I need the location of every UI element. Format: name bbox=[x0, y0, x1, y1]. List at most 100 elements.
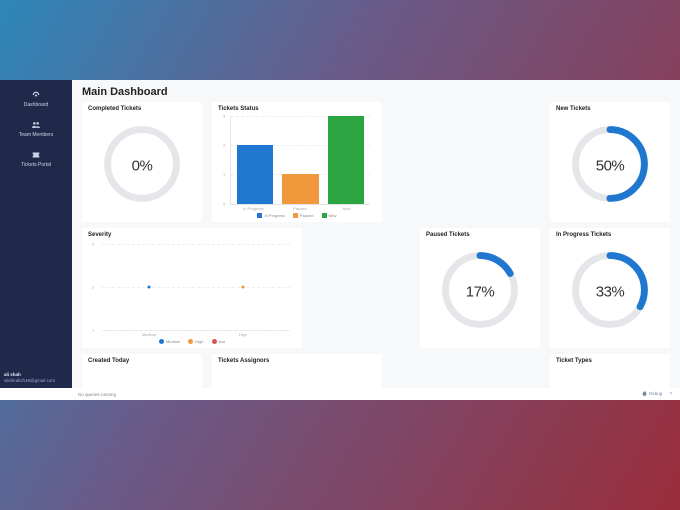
x-label: Medium bbox=[102, 332, 196, 337]
x-label: High bbox=[196, 332, 290, 337]
legend-label: test bbox=[219, 339, 225, 344]
card-in-progress-tickets: In Progress Tickets 33% bbox=[550, 228, 670, 348]
row-3: Created Today Tickets Assignors Ticket T… bbox=[82, 354, 670, 388]
app-frame: Dashboard Team Members Tickets Portal al… bbox=[0, 80, 680, 400]
sidebar-item-label: Dashboard bbox=[24, 102, 48, 108]
gridline bbox=[102, 287, 290, 288]
y-tick: 3 bbox=[223, 114, 225, 119]
bar-x-labels: In Progress Paused New bbox=[230, 206, 370, 211]
row-1: Completed Tickets 0% Tickets Status bbox=[82, 102, 670, 222]
bar-in-progress bbox=[237, 145, 273, 203]
donut-paused: 17% bbox=[437, 247, 523, 338]
sidebar-item-team-members[interactable]: Team Members bbox=[0, 116, 72, 146]
card-title: New Tickets bbox=[556, 106, 664, 112]
status-footer: No queries running Debug ? bbox=[0, 388, 680, 400]
donut-in-progress: 33% bbox=[567, 247, 653, 338]
sidebar-item-label: Tickets Portal bbox=[21, 162, 51, 168]
y-tick: 0 bbox=[223, 201, 225, 206]
legend-item[interactable]: Paused bbox=[293, 213, 314, 218]
legend-swatch bbox=[257, 213, 262, 218]
donut-value: 50% bbox=[596, 158, 625, 175]
ticket-icon bbox=[31, 150, 41, 160]
sidebar: Dashboard Team Members Tickets Portal al… bbox=[0, 80, 72, 400]
footer-status-text: No queries running bbox=[78, 392, 116, 397]
main-content: Main Dashboard Completed Tickets 0% bbox=[72, 80, 680, 400]
card-tickets-assignors: Tickets Assignors bbox=[212, 354, 382, 388]
x-label: Paused bbox=[277, 206, 324, 211]
page-title: Main Dashboard bbox=[82, 86, 670, 98]
donut-completed: 0% bbox=[99, 121, 185, 212]
bar-plot-area: 0 1 2 3 bbox=[230, 116, 370, 205]
sidebar-item-label: Team Members bbox=[19, 132, 53, 138]
bar-legend: In Progress Paused New bbox=[218, 213, 376, 218]
footer-status: No queries running bbox=[78, 392, 116, 397]
scatter-point-medium bbox=[148, 285, 151, 288]
card-title: Ticket Types bbox=[556, 358, 664, 364]
card-title: Tickets Status bbox=[218, 106, 376, 112]
legend-swatch bbox=[322, 213, 327, 218]
bar-new bbox=[328, 116, 364, 204]
scatter-point-high bbox=[242, 285, 245, 288]
bug-icon bbox=[642, 391, 648, 397]
spacer bbox=[392, 354, 540, 388]
sidebar-item-dashboard[interactable]: Dashboard bbox=[0, 86, 72, 116]
card-ticket-types: Ticket Types bbox=[550, 354, 670, 388]
gridline bbox=[102, 330, 290, 331]
y-tick: 1 bbox=[92, 327, 94, 332]
row-2: Severity 3 2 1 Medium High bbox=[82, 228, 670, 348]
legend-item[interactable]: Medium bbox=[159, 339, 180, 344]
y-tick: 1 bbox=[223, 172, 225, 177]
y-tick: 3 bbox=[92, 242, 94, 247]
card-title: Created Today bbox=[88, 358, 196, 364]
footer-debug-label: Debug bbox=[649, 391, 662, 396]
gridline bbox=[102, 244, 290, 245]
y-tick: 2 bbox=[223, 143, 225, 148]
card-title: Tickets Assignors bbox=[218, 358, 376, 364]
legend-swatch bbox=[159, 339, 164, 344]
severity-plot-area: 3 2 1 bbox=[102, 244, 290, 331]
card-tickets-status: Tickets Status 0 1 2 3 bbox=[212, 102, 382, 222]
sidebar-user-email: alishiralish49@gmail.com bbox=[4, 378, 68, 384]
legend-swatch bbox=[293, 213, 298, 218]
gauge-icon bbox=[31, 90, 41, 100]
card-title: Severity bbox=[88, 232, 296, 238]
spacer bbox=[312, 228, 410, 348]
users-icon bbox=[31, 120, 41, 130]
bar-chart-status: 0 1 2 3 In Progress bbox=[218, 114, 376, 218]
severity-legend: Medium High test bbox=[88, 339, 296, 344]
donut-value: 33% bbox=[596, 284, 625, 301]
legend-label: Paused bbox=[300, 213, 314, 218]
card-title: In Progress Tickets bbox=[556, 232, 664, 238]
legend-label: New bbox=[329, 213, 337, 218]
spacer bbox=[392, 102, 540, 222]
card-completed-tickets: Completed Tickets 0% bbox=[82, 102, 202, 222]
legend-label: Medium bbox=[166, 339, 180, 344]
card-new-tickets: New Tickets 50% bbox=[550, 102, 670, 222]
legend-swatch bbox=[212, 339, 217, 344]
sidebar-user-block[interactable]: ali shah alishiralish49@gmail.com bbox=[0, 368, 72, 388]
footer-other-link[interactable]: ? bbox=[669, 391, 672, 396]
legend-label: High bbox=[195, 339, 203, 344]
legend-item[interactable]: New bbox=[322, 213, 337, 218]
legend-item[interactable]: In Progress bbox=[257, 213, 284, 218]
footer-debug-link[interactable]: Debug bbox=[642, 391, 664, 396]
card-created-today: Created Today bbox=[82, 354, 202, 388]
x-label: New bbox=[323, 206, 370, 211]
legend-item[interactable]: test bbox=[212, 339, 225, 344]
bar-paused bbox=[282, 174, 318, 203]
card-severity: Severity 3 2 1 Medium High bbox=[82, 228, 302, 348]
donut-value: 0% bbox=[132, 158, 153, 175]
donut-new: 50% bbox=[567, 121, 653, 212]
card-paused-tickets: Paused Tickets 17% bbox=[420, 228, 540, 348]
donut-value: 17% bbox=[466, 284, 495, 301]
legend-item[interactable]: High bbox=[188, 339, 203, 344]
card-title: Completed Tickets bbox=[88, 106, 196, 112]
severity-x-labels: Medium High bbox=[102, 332, 290, 337]
card-title: Paused Tickets bbox=[426, 232, 534, 238]
legend-swatch bbox=[188, 339, 193, 344]
page-background: Dashboard Team Members Tickets Portal al… bbox=[0, 0, 680, 510]
y-tick: 2 bbox=[92, 284, 94, 289]
sidebar-item-tickets-portal[interactable]: Tickets Portal bbox=[0, 146, 72, 176]
x-label: In Progress bbox=[230, 206, 277, 211]
legend-label: In Progress bbox=[264, 213, 284, 218]
